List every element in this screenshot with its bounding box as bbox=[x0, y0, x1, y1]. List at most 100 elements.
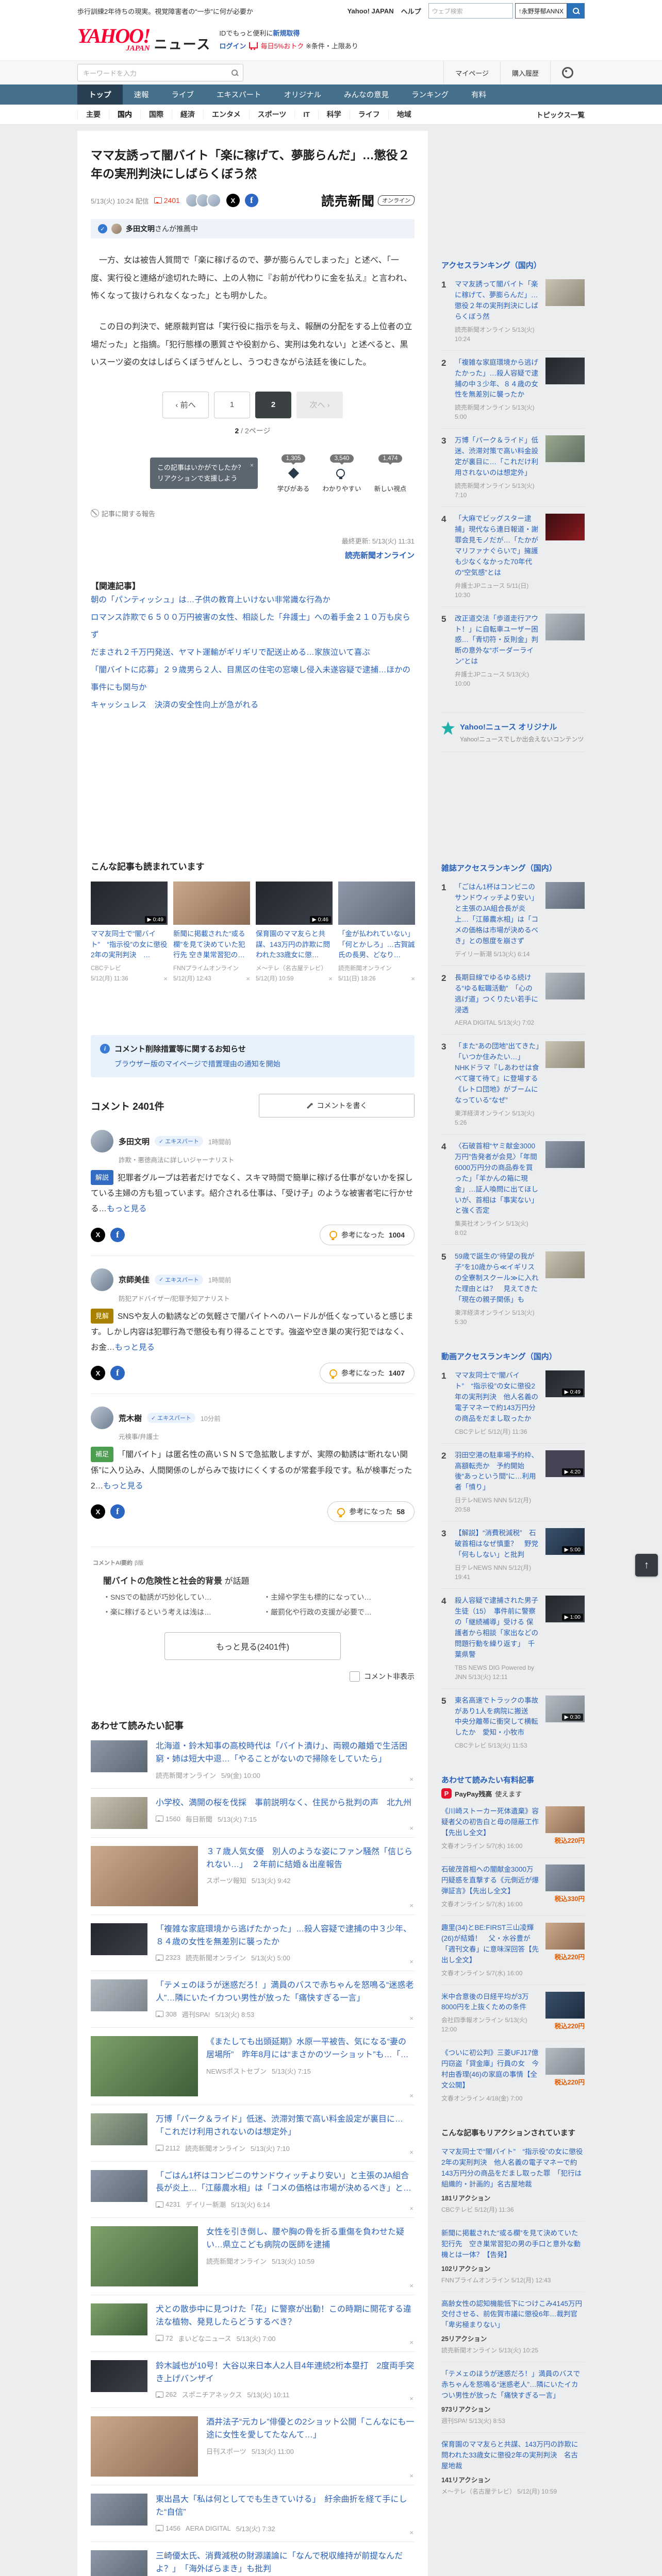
dismiss-x-icon[interactable]: × bbox=[163, 975, 168, 982]
category-tab[interactable]: 経済 bbox=[172, 109, 203, 120]
category-tab[interactable]: 国内 bbox=[109, 109, 140, 120]
nav-tab[interactable]: ライブ bbox=[160, 84, 206, 105]
comment-more-link[interactable]: もっと見る bbox=[103, 1482, 143, 1490]
list-item[interactable]: 「ごはん1杯はコンビニのサンドウィッチより安い」と主張のJA組合長が炎上…「江藤… bbox=[91, 2162, 415, 2218]
list-item-title[interactable]: 東出昌大「私は何としてでも生きていける」 紆余曲折を経て手にした“自信” bbox=[156, 2494, 415, 2519]
category-tab[interactable]: 主要 bbox=[77, 109, 109, 120]
keyword-search-input[interactable]: キーワードを入力 bbox=[77, 64, 243, 81]
ranking-title[interactable]: 東名高速でトラックの事故があり1人を病院に搬送 中央分離帯に衝突して横転したか … bbox=[455, 1697, 538, 1737]
nav-tab[interactable]: ランキング bbox=[400, 84, 460, 105]
paid-article-title[interactable]: 米中合意後の日経平均が3万8000円を上抜くための条件 bbox=[441, 1993, 529, 2011]
paid-article-item[interactable]: 《川崎ストーカー死体遺棄》容疑者父の初告白と母の隠蔽工作【先出し全文】 文春オン… bbox=[441, 1800, 585, 1857]
list-item-title[interactable]: 三崎優太氏、消費減税の財源議論に「なんで税収維持が前提なんだよ？」 「海外ばらま… bbox=[156, 2550, 415, 2576]
reacted-article-title[interactable]: 保育園のママ友らと共謀、143万円の詐欺に問われた33歳女に懲役2年の実刑判決 … bbox=[441, 2441, 578, 2470]
ranking-title[interactable]: 羽田空港の駐車場予約枠、高額転売か 予約開始後“あっという間”に…利用者「憤り」 bbox=[455, 1451, 538, 1492]
related-article-link[interactable]: ロマンス詐欺で６５００万円被害の女性、相談した「弁護士」への着手金２１０万も戻ら… bbox=[91, 609, 415, 644]
paid-article-title[interactable]: 《ついに初公判》三菱UFJ17億円窃盗「貸金庫」行員の女 今村由香理(46)の家… bbox=[441, 2049, 539, 2089]
read-also-title[interactable]: 新聞に掲載された“或る欄”を見て決めていた犯行先 空き巣常習犯の… bbox=[173, 929, 250, 960]
list-item[interactable]: 三崎優太氏、消費減税の財源議論に「なんで税収維持が前提なんだよ？」 「海外ばらま… bbox=[91, 2542, 415, 2576]
category-tab[interactable]: 国際 bbox=[140, 109, 172, 120]
category-tab[interactable]: IT bbox=[294, 110, 318, 118]
list-item[interactable]: 万博「パーク＆ライド」低迷、渋滞対策で高い料金設定が裏目に…「これだけ利用されな… bbox=[91, 2105, 415, 2162]
comment-count[interactable]: 1456 bbox=[156, 2524, 180, 2532]
ranking-title[interactable]: 「また“あの団地”出てきた」「いつか住みたい…」 NHKドラマ『しあわせは食べて… bbox=[455, 1042, 539, 1104]
ranking-item[interactable]: 4 「大麻でビッグスター逮捕」現代なら連日報道・謝罪会見モノだが…「たかがマリフ… bbox=[441, 506, 585, 606]
commenter-avatar[interactable] bbox=[91, 1130, 113, 1153]
write-comment-button[interactable]: コメントを書く bbox=[259, 1094, 415, 1118]
reacted-article-item[interactable]: 保育園のママ友らと共謀、143万円の詐欺に問われた33歳女に懲役2年の実刑判決 … bbox=[441, 2432, 585, 2503]
topics-list-link[interactable]: トピックス一覧 bbox=[536, 109, 585, 120]
read-also-title[interactable]: 「金が払われていない」「何とかしろ」…古賀誠氏の長男、どなり… bbox=[338, 929, 415, 960]
reacted-article-item[interactable]: ママ友同士で“闇バイト” “指示役”の女に懲役2年の実刑判決 他人名義の電子マネ… bbox=[441, 2140, 585, 2221]
helpful-button[interactable]: 参考になった 1407 bbox=[319, 1363, 415, 1384]
comment-more-link[interactable]: もっと見る bbox=[107, 1205, 147, 1213]
related-article-link[interactable]: 朝の「パンティッシュ」は…子供の教育上いけない非常識な行為か bbox=[91, 591, 415, 609]
paid-article-title[interactable]: 《川崎ストーカー死体遺棄》容疑者父の初告白と母の隠蔽工作【先出し全文】 bbox=[441, 1807, 539, 1837]
list-item-title[interactable]: 犬との散歩中に見つけた「花」に警察が出動！この時期に開花する違法な植物、発見した… bbox=[156, 2303, 415, 2329]
list-item-title[interactable]: 北海道・鈴木知事の高校時代は「バイト漬け」、両親の離婚で生活困窮・姉は短大中退…… bbox=[156, 1740, 415, 1766]
ranking-item[interactable]: 1 ママ友同士で“闇バイト” “指示役”の女に懲役2年の実刑判決 他人名義の電子… bbox=[441, 1364, 585, 1443]
login-link[interactable]: ログイン bbox=[219, 42, 246, 50]
paid-article-item[interactable]: 趣里(34)とBE:FIRST三山凌輝(26)が結婚！ 父・水谷豊が「週刊文春」… bbox=[441, 1915, 585, 1985]
related-article-link[interactable]: キャッシュレス 決済の安全性向上が急がれる bbox=[91, 697, 415, 714]
video-ranking-heading[interactable]: 動画アクセスランキング（国内） bbox=[441, 1351, 585, 1362]
dismiss-x-icon[interactable]: × bbox=[409, 1902, 413, 1909]
paid-article-item[interactable]: 石破茂首相への闇献金3000万円疑惑を直撃する《元側近が爆弾証言》【先出し全文】… bbox=[441, 1857, 585, 1916]
ranking-title[interactable]: 殺人容疑で逮捕された男子生徒（15） 事件前に警察の「継続補導」受ける 保護者か… bbox=[455, 1597, 538, 1658]
ranking-title[interactable]: 「大麻でビッグスター逮捕」現代なら連日報道・謝罪会見モノだが…「たかがマリファナ… bbox=[455, 515, 538, 577]
mypage-link[interactable]: マイページ bbox=[443, 61, 500, 84]
read-also-title[interactable]: ママ友同士で“闇バイト” “指示役”の女に懲役2年の実刑判決 … bbox=[91, 929, 168, 960]
expert-recommend-bar[interactable]: ✓ 多田文明さんが推薦中 bbox=[91, 219, 415, 239]
list-item[interactable]: ３７歳人気女優 別人のような姿にファン騒然「信じられない…」 ２年前に結婚＆出産… bbox=[91, 1838, 415, 1915]
publisher-logo[interactable]: 読売新聞 オンライン bbox=[321, 191, 416, 210]
category-tab[interactable]: ライフ bbox=[349, 109, 388, 120]
comment-count[interactable]: 72 bbox=[156, 2334, 173, 2342]
list-item[interactable]: 「テメェのほうが迷惑だろ！」満員のバスで赤ちゃんを怒鳴る“迷惑老人”…隣にいたイ… bbox=[91, 1971, 415, 2028]
reacted-article-item[interactable]: 高齢女性の認知機能低下につけこみ4145万円交付させる、前佐賀市議に懲役6年…裁… bbox=[441, 2291, 585, 2362]
ranking-item[interactable]: 3 万博「パーク＆ライド」低迷、渋滞対策で高い料金設定が裏目に…「これだけ利用さ… bbox=[441, 428, 585, 506]
nav-tab[interactable]: エキスパート bbox=[205, 84, 273, 105]
ranking-item[interactable]: 5 東名高速でトラックの事故があり1人を病院に搬送 中央分離帯に衝突して横転した… bbox=[441, 1688, 585, 1757]
related-article-link[interactable]: だまされ２千万円発送、ヤマト運輸がギリギリで配送止める…家族泣いて喜ぶ bbox=[91, 644, 415, 662]
original-title[interactable]: Yahoo!ニュース オリジナル bbox=[460, 723, 557, 732]
list-item-title[interactable]: 小学校、満開の桜を伐採 事前説明なく、住民から批判の声 北九州 bbox=[156, 1797, 415, 1810]
helpful-button[interactable]: 参考になった 1004 bbox=[319, 1224, 415, 1245]
web-search-button[interactable] bbox=[567, 3, 585, 19]
dismiss-x-icon[interactable]: × bbox=[409, 2282, 413, 2290]
reaction-button[interactable]: 3,540 わかりやすい bbox=[318, 453, 366, 494]
purchase-history-link[interactable]: 購入履歴 bbox=[500, 61, 550, 84]
list-item[interactable]: 東出昌大「私は何としてでも生きていける」 紆余曲折を経て手にした“自信” 145… bbox=[91, 2485, 415, 2542]
commenter-name[interactable]: 荒木樹 bbox=[119, 1413, 142, 1423]
list-item[interactable]: 《またしても出頭延期》水原一平被告、気になる“妻の居場所” 昨年8月には“まさか… bbox=[91, 2028, 415, 2105]
ranking-item[interactable]: 4 殺人容疑で逮捕された男子生徒（15） 事件前に警察の「継続補導」受ける 保護… bbox=[441, 1588, 585, 1688]
list-item[interactable]: 酒井法子“元カレ”俳優との2ショット公開「こんなにも一途に女性を愛してたなんて…… bbox=[91, 2408, 415, 2486]
list-item[interactable]: 北海道・鈴木知事の高校時代は「バイト漬け」、両親の離婚で生活困窮・姉は短大中退…… bbox=[91, 1732, 415, 1789]
comment-more-link[interactable]: もっと見る bbox=[115, 1343, 155, 1352]
source-site-link[interactable]: 読売新聞オンライン bbox=[91, 550, 415, 561]
ranking-title[interactable]: ママ友同士で“闇バイト” “指示役”の女に懲役2年の実刑判決 他人名義の電子マネ… bbox=[455, 1371, 538, 1422]
paid-articles-heading[interactable]: あわせて読みたい有料記事 bbox=[441, 1774, 585, 1785]
paid-article-title[interactable]: 石破茂首相への闇献金3000万円疑惑を直撃する《元側近が爆弾証言》【先出し全文】 bbox=[441, 1866, 539, 1895]
list-item[interactable]: 犬との散歩中に見つけた「花」に警察が出動！この時期に開花する違法な植物、発見した… bbox=[91, 2295, 415, 2352]
yahoo-original-promo[interactable]: Yahoo!ニュース オリジナル Yahoo!ニュースでしか出会えないコンテンツ bbox=[441, 713, 585, 753]
reacted-article-item[interactable]: 新聞に掲載された“或る欄”を見て決めていた犯行先 空き巣常習犯の男の手口と意外な… bbox=[441, 2221, 585, 2292]
ranking-title[interactable]: ママ友誘って闇バイト「楽に稼げて、夢膨らんだ」…懲役２年の実刑判決にしばらくぼう… bbox=[455, 280, 538, 320]
pagination-page-2-current[interactable]: 2 bbox=[255, 391, 291, 418]
ranking-title[interactable]: 「複雑な家庭環境から逃げたかった」…殺人容疑で逮捕の中３少年、８４歳の女性を無差… bbox=[455, 359, 538, 399]
list-item-title[interactable]: 「テメェのほうが迷惑だろ！」満員のバスで赤ちゃんを怒鳴る“迷惑老人”…隣にいたイ… bbox=[156, 1979, 415, 2005]
ranking-item[interactable]: 1 ママ友誘って闇バイト「楽に稼げて、夢膨らんだ」…懲役２年の実刑判決にしばらく… bbox=[441, 273, 585, 350]
ranking-item[interactable]: 2 「複雑な家庭環境から逃げたかった」…殺人容疑で逮捕の中３少年、８４歳の女性を… bbox=[441, 350, 585, 429]
help-link[interactable]: ヘルプ bbox=[401, 6, 421, 16]
signup-link[interactable]: 新規取得 bbox=[273, 29, 300, 37]
helpful-button[interactable]: 参考になった 58 bbox=[327, 1501, 415, 1522]
reacted-article-title[interactable]: ママ友同士で“闇バイト” “指示役”の女に懲役2年の実刑判決 他人名義の電子マネ… bbox=[441, 2148, 583, 2188]
commenter-avatar[interactable] bbox=[91, 1406, 113, 1430]
tooltip-close-icon[interactable]: × bbox=[250, 461, 254, 470]
comment-count[interactable]: 308 bbox=[156, 2010, 177, 2018]
nav-tab[interactable]: トップ bbox=[77, 84, 123, 105]
share-x-button[interactable]: X bbox=[91, 1366, 105, 1381]
share-x-button[interactable]: X bbox=[226, 194, 240, 208]
share-facebook-button[interactable]: f bbox=[110, 1504, 125, 1519]
commenter-name[interactable]: 京師美佳 bbox=[119, 1274, 150, 1285]
trending-keyword-chip[interactable]: ↑ 永野芽郁ANNX bbox=[515, 3, 567, 19]
